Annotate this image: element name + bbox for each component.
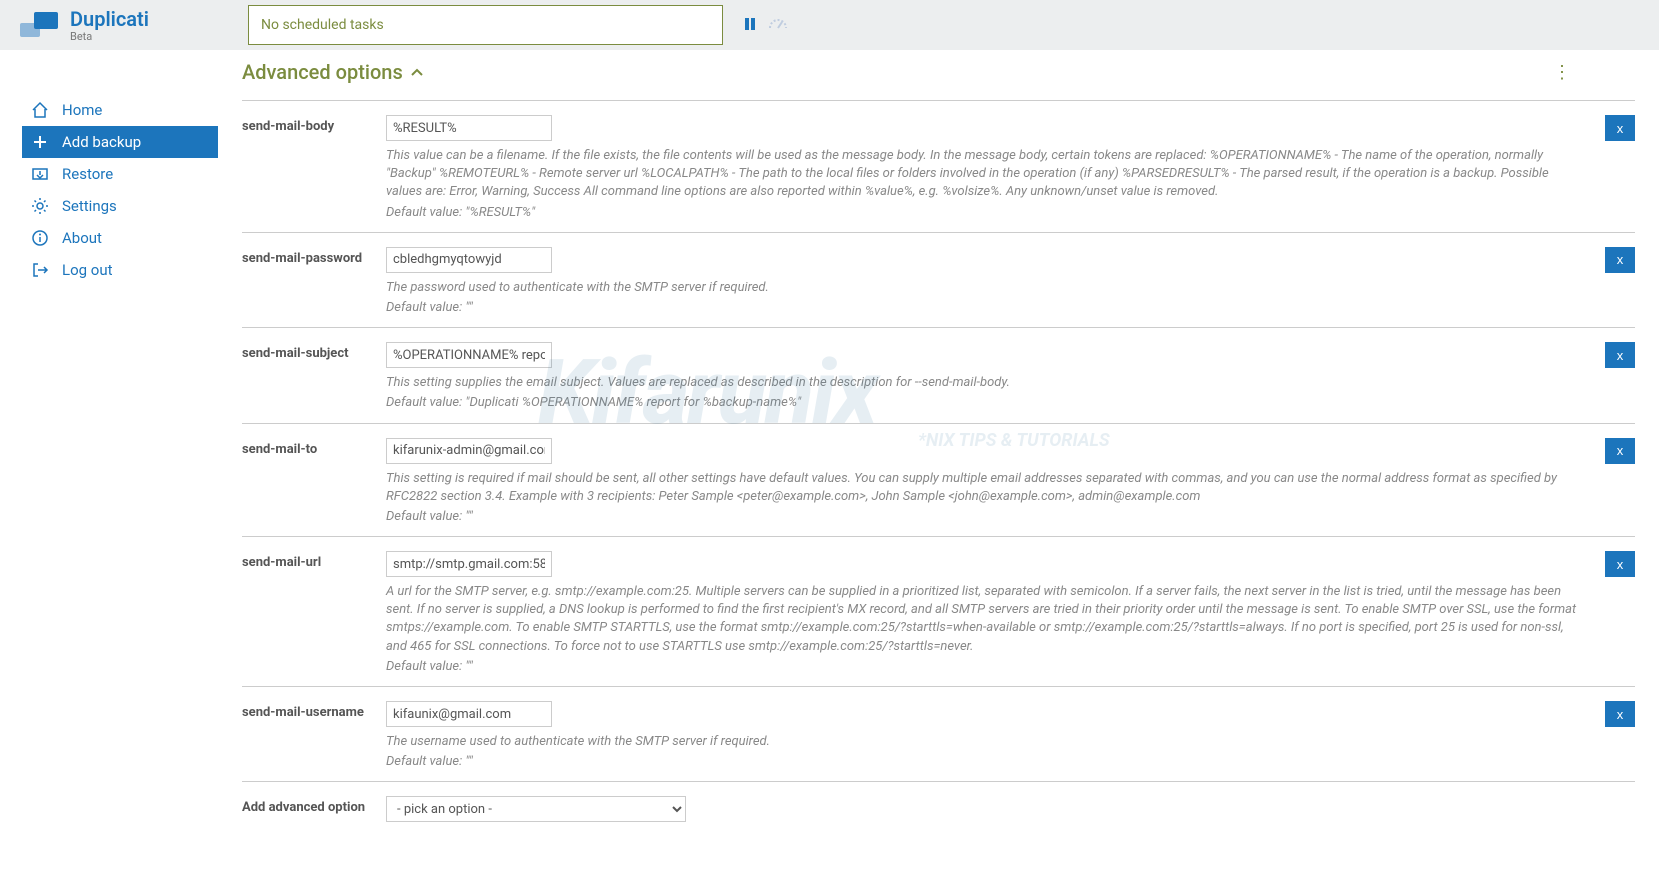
add-advanced-option-label: Add advanced option	[242, 796, 386, 822]
option-input-send-mail-body[interactable]	[386, 115, 552, 141]
main-content: Advanced options ⋮ send-mail-body This v…	[218, 50, 1659, 872]
kebab-menu-icon[interactable]: ⋮	[1553, 62, 1575, 83]
remove-option-button[interactable]: x	[1605, 551, 1635, 577]
home-icon	[30, 101, 50, 119]
option-description: This value can be a filename. If the fil…	[386, 147, 1587, 202]
sidebar-item-label: Log out	[62, 261, 113, 279]
option-description: The username used to authenticate with t…	[386, 733, 1587, 751]
sidebar-item-label: Add backup	[62, 133, 141, 151]
option-label: send-mail-url	[242, 551, 386, 676]
sidebar: Home Add backup Restore Settings About	[0, 50, 218, 872]
pause-icon[interactable]	[743, 16, 757, 35]
sidebar-item-restore[interactable]: Restore	[0, 158, 218, 190]
option-input-send-mail-password[interactable]	[386, 247, 552, 273]
option-send-mail-subject: send-mail-subject This setting supplies …	[242, 327, 1635, 422]
sidebar-item-label: About	[62, 229, 102, 247]
restore-icon	[30, 165, 50, 183]
remove-option-button[interactable]: x	[1605, 115, 1635, 141]
logout-icon	[30, 261, 50, 279]
option-input-send-mail-username[interactable]	[386, 701, 552, 727]
option-label: send-mail-to	[242, 438, 386, 527]
option-input-send-mail-subject[interactable]	[386, 342, 552, 368]
sidebar-item-add-backup[interactable]: Add backup	[22, 126, 218, 158]
option-send-mail-password: send-mail-password The password used to …	[242, 232, 1635, 327]
option-label: send-mail-body	[242, 115, 386, 222]
option-description: The password used to authenticate with t…	[386, 279, 1587, 297]
option-label: send-mail-subject	[242, 342, 386, 412]
section-title: Advanced options	[242, 60, 403, 84]
remove-option-button[interactable]: x	[1605, 342, 1635, 368]
option-default: Default value: ""	[386, 508, 1587, 526]
option-default: Default value: ""	[386, 658, 1587, 676]
option-send-mail-to: send-mail-to This setting is required if…	[242, 423, 1635, 537]
remove-option-button[interactable]: x	[1605, 701, 1635, 727]
add-advanced-option-row: Add advanced option - pick an option -	[242, 781, 1635, 832]
brand-title: Duplicati	[70, 8, 149, 30]
sidebar-item-label: Home	[62, 101, 102, 119]
gear-icon	[30, 197, 50, 215]
status-text: No scheduled tasks	[261, 17, 384, 33]
option-send-mail-body: send-mail-body This value can be a filen…	[242, 100, 1635, 232]
option-input-send-mail-to[interactable]	[386, 438, 552, 464]
sidebar-item-label: Settings	[62, 197, 117, 215]
header-controls	[723, 16, 787, 35]
section-header[interactable]: Advanced options ⋮	[242, 50, 1635, 100]
sidebar-item-logout[interactable]: Log out	[0, 254, 218, 286]
option-label: send-mail-username	[242, 701, 386, 771]
plus-icon	[30, 133, 50, 151]
brand-subtitle: Beta	[70, 30, 149, 43]
app-header: Duplicati Beta No scheduled tasks	[0, 0, 1659, 50]
option-default: Default value: ""	[386, 299, 1587, 317]
add-advanced-option-select[interactable]: - pick an option -	[386, 796, 686, 822]
option-default: Default value: "%RESULT%"	[386, 204, 1587, 222]
chevron-up-icon	[411, 65, 423, 79]
option-description: This setting supplies the email subject.…	[386, 374, 1587, 392]
remove-option-button[interactable]: x	[1605, 438, 1635, 464]
option-default: Default value: "Duplicati %OPERATIONNAME…	[386, 394, 1587, 412]
status-banner: No scheduled tasks	[248, 5, 723, 45]
option-description: This setting is required if mail should …	[386, 470, 1587, 506]
sidebar-item-label: Restore	[62, 165, 113, 183]
info-icon	[30, 229, 50, 247]
sidebar-item-home[interactable]: Home	[0, 94, 218, 126]
remove-option-button[interactable]: x	[1605, 247, 1635, 273]
option-send-mail-url: send-mail-url A url for the SMTP server,…	[242, 536, 1635, 686]
option-send-mail-username: send-mail-username The username used to …	[242, 686, 1635, 781]
option-input-send-mail-url[interactable]	[386, 551, 552, 577]
option-description: A url for the SMTP server, e.g. smtp://e…	[386, 583, 1587, 656]
duplicati-logo-icon	[20, 10, 60, 40]
sidebar-item-settings[interactable]: Settings	[0, 190, 218, 222]
sidebar-item-about[interactable]: About	[0, 222, 218, 254]
option-default: Default value: ""	[386, 753, 1587, 771]
throttle-icon[interactable]	[769, 16, 787, 34]
brand-block[interactable]: Duplicati Beta	[0, 8, 248, 43]
option-label: send-mail-password	[242, 247, 386, 317]
